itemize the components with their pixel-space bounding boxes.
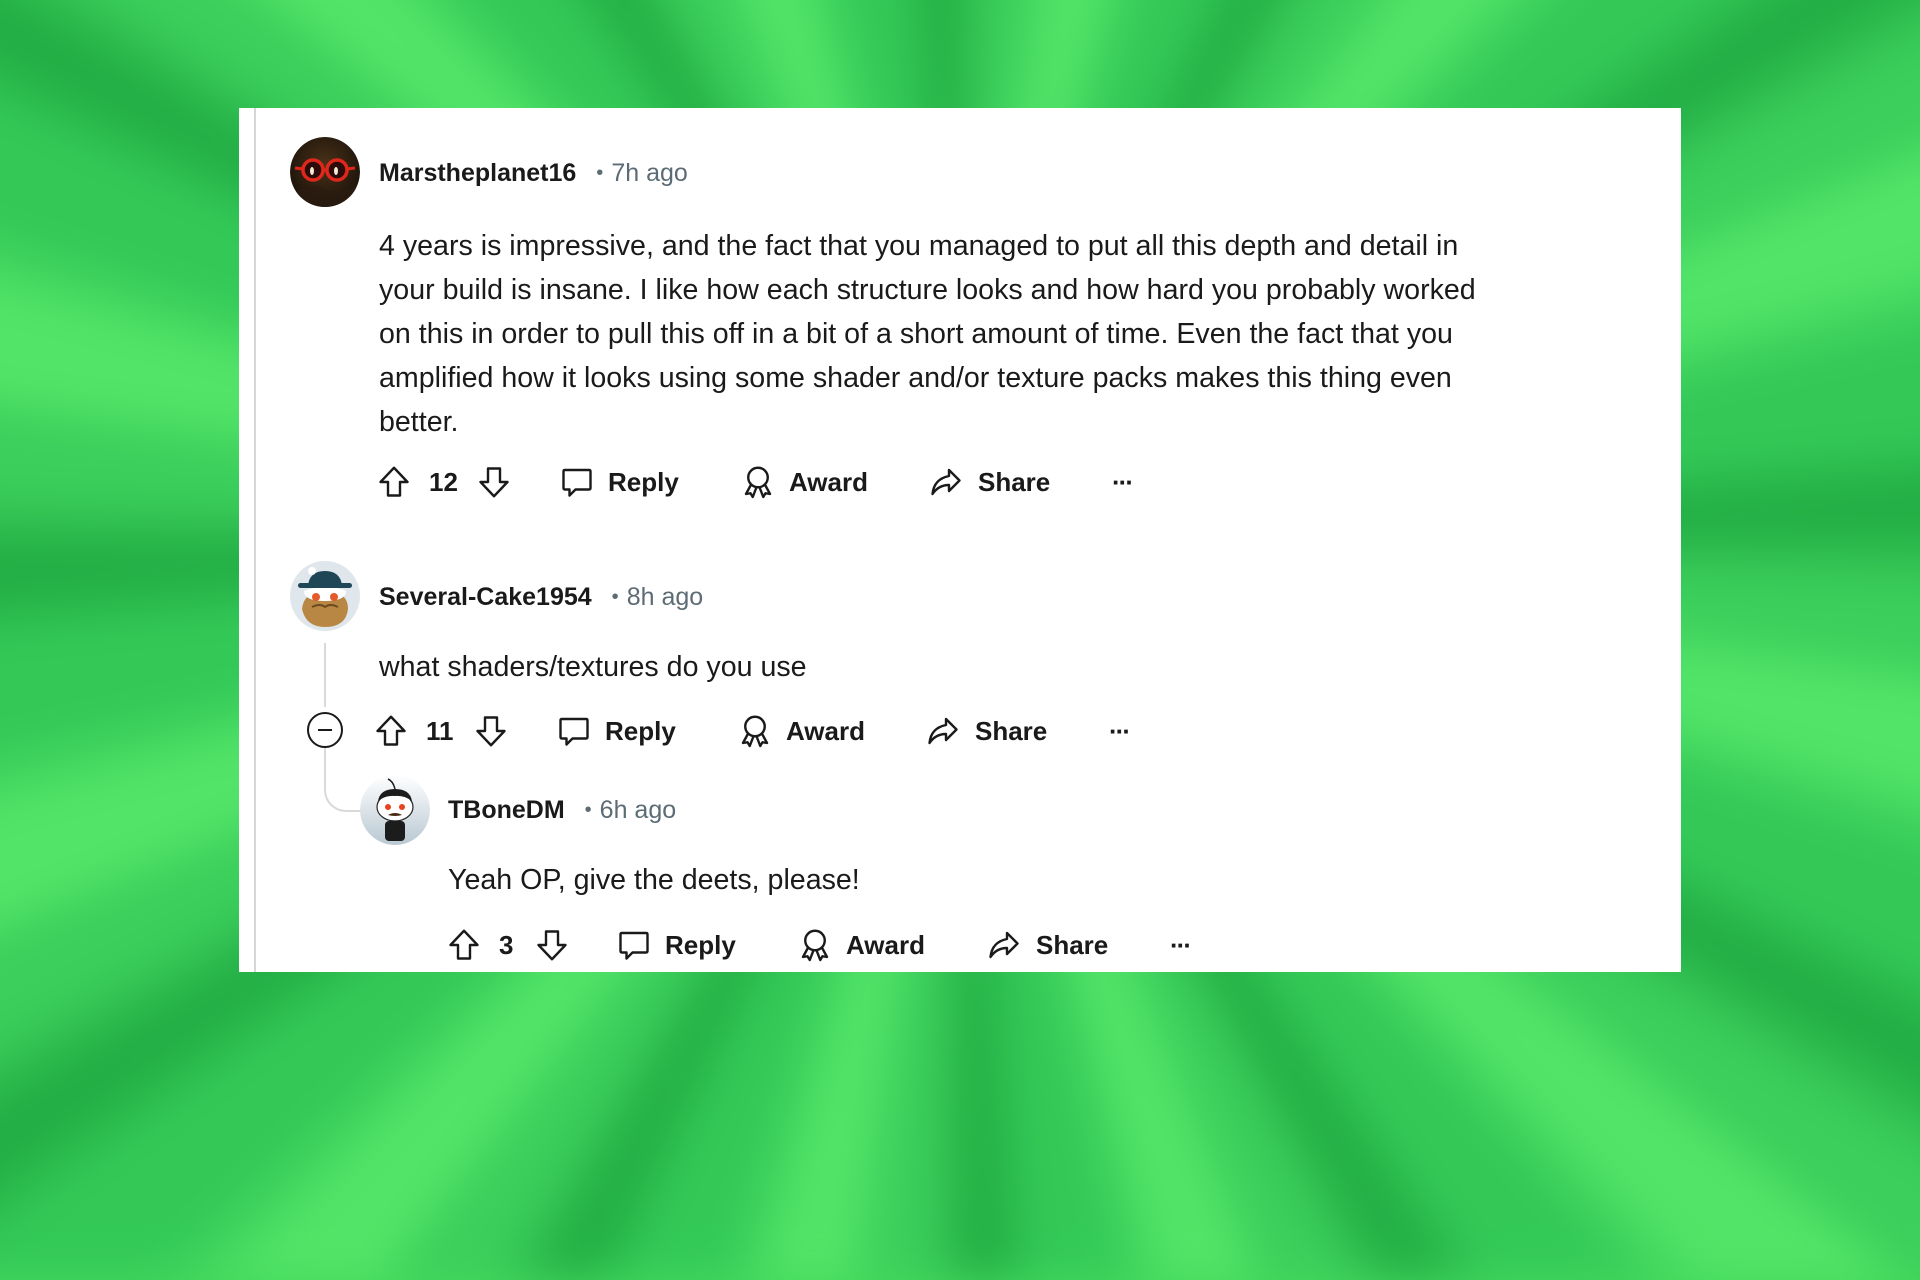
timestamp[interactable]: 7h ago (611, 159, 687, 188)
downvote-icon (476, 716, 506, 747)
more-options-button[interactable]: ··· (1112, 460, 1134, 504)
upvote-button[interactable] (373, 709, 409, 753)
vote-count: 12 (429, 466, 458, 497)
comment-body-line: your build is insane. I like how each st… (379, 274, 1476, 306)
meta-separator: • (611, 585, 619, 608)
username[interactable]: Several-Cake1954 (379, 583, 592, 612)
award-label: Award (786, 715, 865, 746)
comment-meta: Marstheplanet16 • 7h ago (379, 156, 688, 190)
reply-icon (619, 931, 649, 960)
comment-action-bar: 12 Reply Award Share ··· (376, 460, 1276, 504)
timestamp[interactable]: 6h ago (600, 796, 676, 825)
share-button[interactable]: Share (925, 709, 1047, 753)
award-icon (741, 715, 769, 748)
share-label: Share (978, 466, 1051, 497)
upvote-button[interactable] (446, 923, 482, 967)
comment-body: 4 years is impressive, and the fact that… (379, 224, 1476, 444)
vote-count: 3 (499, 929, 514, 960)
share-icon (928, 717, 958, 745)
reply-label: Reply (665, 929, 736, 960)
comment-body-line: Yeah OP, give the deets, please! (448, 864, 860, 896)
comment-body: what shaders/textures do you use (379, 645, 807, 689)
more-options-icon: ··· (1112, 466, 1134, 497)
card-left-rule (254, 108, 256, 972)
username[interactable]: Marstheplanet16 (379, 159, 576, 188)
reply-button[interactable]: Reply (559, 460, 679, 504)
share-icon (989, 931, 1019, 959)
collapse-thread-button[interactable] (307, 712, 343, 748)
avatar-marstheplanet16[interactable] (290, 137, 360, 207)
reply-button[interactable]: Reply (556, 709, 676, 753)
comment-body-line: better. (379, 406, 459, 438)
downvote-icon (479, 467, 509, 498)
upvote-icon (449, 929, 479, 960)
more-options-icon: ··· (1109, 715, 1131, 746)
minus-icon (318, 729, 332, 731)
share-label: Share (1036, 929, 1109, 960)
comment-thread-card: Marstheplanet16 • 7h ago 4 years is impr… (239, 108, 1681, 972)
downvote-button[interactable] (473, 709, 509, 753)
share-icon (931, 468, 961, 496)
timestamp[interactable]: 8h ago (627, 583, 703, 612)
comment-body-line: amplified how it looks using some shader… (379, 362, 1452, 394)
downvote-button[interactable] (534, 923, 570, 967)
comment-body-line: 4 years is impressive, and the fact that… (379, 230, 1459, 262)
avatar-several-cake1954[interactable] (290, 561, 360, 631)
thread-line[interactable] (324, 643, 326, 707)
share-label: Share (975, 715, 1048, 746)
award-button[interactable]: Award (737, 709, 865, 753)
more-options-button[interactable]: ··· (1170, 923, 1192, 967)
avatar-tbonedm[interactable] (360, 775, 430, 845)
upvote-button[interactable] (376, 460, 412, 504)
more-options-button[interactable]: ··· (1109, 709, 1131, 753)
vote-count: 11 (426, 715, 454, 746)
comment-action-bar: 3 Reply Award Share ··· (446, 923, 1346, 967)
comment-body: Yeah OP, give the deets, please! (448, 858, 860, 902)
more-options-icon: ··· (1170, 929, 1192, 960)
award-label: Award (789, 466, 868, 497)
comment-meta: Several-Cake1954 • 8h ago (379, 580, 703, 614)
share-button[interactable]: Share (986, 923, 1108, 967)
meta-separator: • (584, 798, 592, 821)
meta-separator: • (596, 161, 604, 184)
award-icon (744, 466, 772, 499)
reply-label: Reply (605, 715, 676, 746)
award-button[interactable]: Award (740, 460, 868, 504)
comment-body-line: what shaders/textures do you use (379, 651, 807, 683)
share-button[interactable]: Share (928, 460, 1050, 504)
comment-body-line: on this in order to pull this off in a b… (379, 318, 1453, 350)
username[interactable]: TBoneDM (448, 796, 565, 825)
award-label: Award (846, 929, 925, 960)
reply-label: Reply (608, 466, 679, 497)
comment-action-bar: 11 Reply Award Share ··· (373, 709, 1273, 753)
comment-meta: TBoneDM • 6h ago (448, 793, 676, 827)
reply-icon (562, 468, 592, 497)
upvote-icon (379, 466, 409, 497)
reply-icon (559, 717, 589, 746)
award-button[interactable]: Award (797, 923, 925, 967)
award-icon (801, 929, 829, 962)
upvote-icon (376, 715, 406, 746)
downvote-button[interactable] (476, 460, 512, 504)
downvote-icon (537, 930, 567, 961)
reply-button[interactable]: Reply (616, 923, 736, 967)
